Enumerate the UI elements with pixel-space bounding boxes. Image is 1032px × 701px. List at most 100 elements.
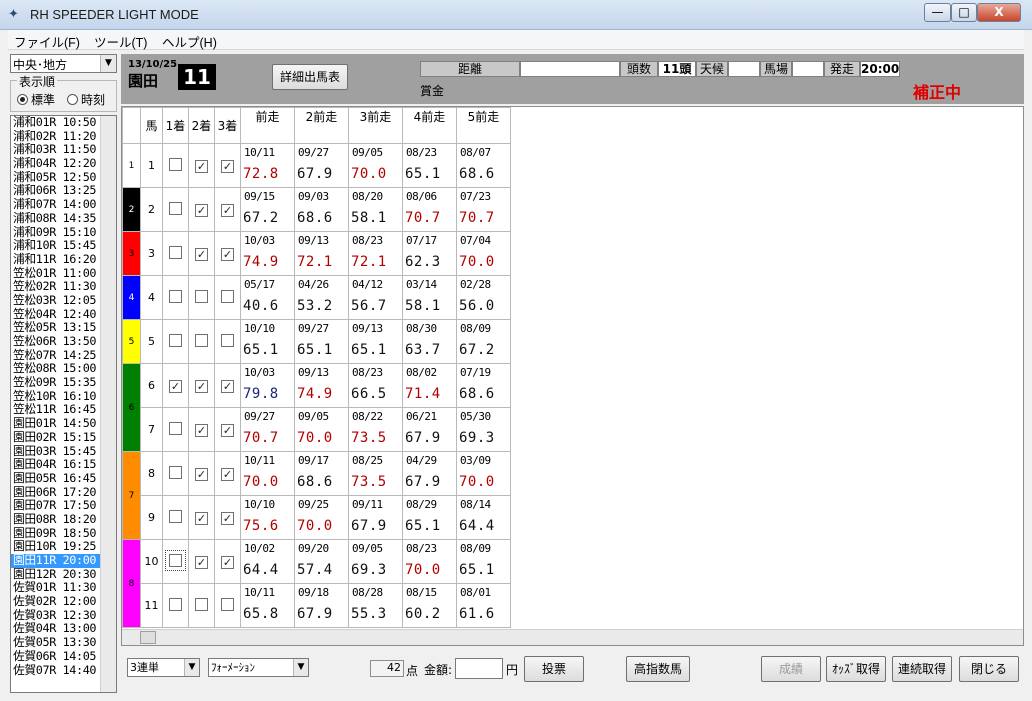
scrollbar-thumb[interactable]	[140, 631, 156, 644]
finish-1-checkbox[interactable]	[169, 289, 182, 303]
finish-1-checkbox[interactable]	[169, 333, 182, 347]
vote-button[interactable]: 投票	[524, 656, 584, 682]
past-race-date: 08/22	[352, 410, 383, 423]
finish-1-checkbox[interactable]: ✓	[169, 379, 182, 393]
past-race-2-cell: 09/13 72.1	[294, 231, 349, 276]
race-list-scrollbar[interactable]	[100, 116, 116, 692]
past-race-index: 71.4	[405, 386, 441, 402]
chevron-down-icon[interactable]: ▼	[184, 659, 199, 676]
finish-2-checkbox[interactable]: ✓	[195, 555, 208, 569]
finish-3-checkbox[interactable]	[221, 333, 234, 347]
past-race-5-cell: 08/09 67.2	[456, 319, 511, 364]
results-button[interactable]: 成績	[761, 656, 821, 682]
finish-2-checkbox[interactable]: ✓	[195, 247, 208, 261]
past-race-date: 10/11	[244, 146, 275, 159]
past-race-date: 09/27	[298, 146, 329, 159]
weather-value	[728, 61, 760, 77]
race-list[interactable]: 浦和01R 10:50 浦和02R 11:20 浦和03R 11:50 浦和04R 1…	[10, 115, 117, 693]
past-race-date: 10/03	[244, 366, 275, 379]
finish-1-checkbox[interactable]	[169, 509, 182, 523]
weather-label: 天候	[696, 61, 728, 77]
finish-2-checkbox[interactable]	[195, 333, 208, 347]
past-race-index: 79.8	[243, 386, 279, 402]
finish-1-checkbox[interactable]	[169, 597, 182, 611]
past-race-date: 05/17	[244, 278, 275, 291]
detail-entries-button[interactable]: 詳細出馬表	[272, 64, 348, 90]
amount-input[interactable]	[455, 658, 503, 679]
finish-1-checkbox[interactable]	[169, 201, 182, 215]
bet-type-select[interactable]: 3連単 ▼	[127, 658, 200, 677]
finish-3-checkbox[interactable]: ✓	[221, 467, 234, 481]
finish-2-checkbox[interactable]: ✓	[195, 511, 208, 525]
past-race-index: 63.7	[405, 342, 441, 358]
app-icon: ✦	[8, 7, 19, 22]
entries-grid: 馬 1着 2着 3着 前走 2前走 3前走 4前走 5前走 1 1 ✓ ✓ 10/11 7…	[121, 106, 1024, 646]
finish-1-checkbox[interactable]	[169, 245, 182, 259]
past-race-2-cell: 09/25 70.0	[294, 495, 349, 540]
finish-1-cell	[162, 319, 189, 364]
finish-2-checkbox[interactable]: ✓	[195, 159, 208, 173]
past-race-index: 65.8	[243, 606, 279, 622]
finish-3-checkbox[interactable]: ✓	[221, 555, 234, 569]
finish-2-checkbox[interactable]	[195, 597, 208, 611]
past-race-3-cell: 09/05 70.0	[348, 143, 403, 188]
region-select[interactable]: 中央･地方 ▼	[10, 54, 117, 73]
finish-1-checkbox[interactable]	[169, 421, 182, 435]
finish-3-checkbox[interactable]: ✓	[221, 159, 234, 173]
past-race-date: 08/14	[460, 498, 491, 511]
past-race-date: 02/28	[460, 278, 491, 291]
finish-3-checkbox[interactable]	[221, 289, 234, 303]
past-race-index: 67.9	[405, 474, 441, 490]
finish-3-checkbox[interactable]: ✓	[221, 247, 234, 261]
past-race-4-cell: 06/21 67.9	[402, 407, 457, 452]
method-select[interactable]: ﾌｫｰﾒｰｼｮﾝ ▼	[208, 658, 309, 677]
chevron-down-icon[interactable]: ▼	[293, 659, 308, 676]
yen-label: 円	[506, 663, 519, 677]
past-race-1-cell: 10/11 70.0	[240, 451, 295, 496]
finish-2-checkbox[interactable]: ✓	[195, 379, 208, 393]
finish-1-checkbox[interactable]	[169, 157, 182, 171]
count-label: 頭数	[620, 61, 658, 77]
sequential-fetch-button[interactable]: 連続取得	[892, 656, 952, 682]
past-race-date: 09/13	[298, 234, 329, 247]
finish-3-checkbox[interactable]	[221, 597, 234, 611]
finish-3-checkbox[interactable]: ✓	[221, 203, 234, 217]
past-race-index: 65.1	[243, 342, 279, 358]
close-window-button[interactable]: X	[977, 3, 1021, 22]
finish-2-checkbox[interactable]: ✓	[195, 203, 208, 217]
past-race-1-cell: 10/10 65.1	[240, 319, 295, 364]
past-race-2-cell: 09/13 74.9	[294, 363, 349, 408]
maximize-button[interactable]: □	[951, 3, 977, 22]
odds-button[interactable]: ｵｯｽﾞ取得	[826, 656, 886, 682]
finish-2-cell: ✓	[188, 187, 215, 232]
race-number: 11	[178, 64, 216, 90]
order-time-radio[interactable]: 時刻	[67, 91, 105, 108]
close-button[interactable]: 閉じる	[959, 656, 1019, 682]
finish-1-checkbox[interactable]	[165, 549, 186, 571]
finish-2-checkbox[interactable]: ✓	[195, 467, 208, 481]
menu-tools[interactable]: ツール(T)	[94, 32, 147, 51]
chevron-down-icon[interactable]: ▼	[100, 55, 116, 72]
horizontal-scrollbar[interactable]	[122, 629, 1023, 645]
finish-3-cell	[214, 319, 241, 364]
finish-2-checkbox[interactable]	[195, 289, 208, 303]
past-race-3-cell: 09/05 69.3	[348, 539, 403, 584]
top-horses-button[interactable]: 高指数馬	[626, 656, 690, 682]
horse-number-cell: 11	[140, 583, 163, 628]
finish-1-checkbox[interactable]	[169, 465, 182, 479]
past-race-2-cell: 09/03 68.6	[294, 187, 349, 232]
finish-3-checkbox[interactable]: ✓	[221, 511, 234, 525]
menu-help[interactable]: ヘルプ(H)	[162, 32, 217, 51]
menu-file[interactable]: ファイル(F)	[14, 32, 80, 51]
past-race-date: 06/21	[406, 410, 437, 423]
correction-status: 補正中	[913, 83, 962, 102]
finish-3-checkbox[interactable]: ✓	[221, 379, 234, 393]
past-race-index: 64.4	[459, 518, 495, 534]
finish-3-checkbox[interactable]: ✓	[221, 423, 234, 437]
finish-2-checkbox[interactable]: ✓	[195, 423, 208, 437]
past-race-3-cell: 09/11 67.9	[348, 495, 403, 540]
finish-1-cell	[162, 231, 189, 276]
order-standard-radio[interactable]: 標準	[17, 91, 55, 108]
past-race-index: 69.3	[459, 430, 495, 446]
minimize-button[interactable]: —	[924, 3, 951, 22]
